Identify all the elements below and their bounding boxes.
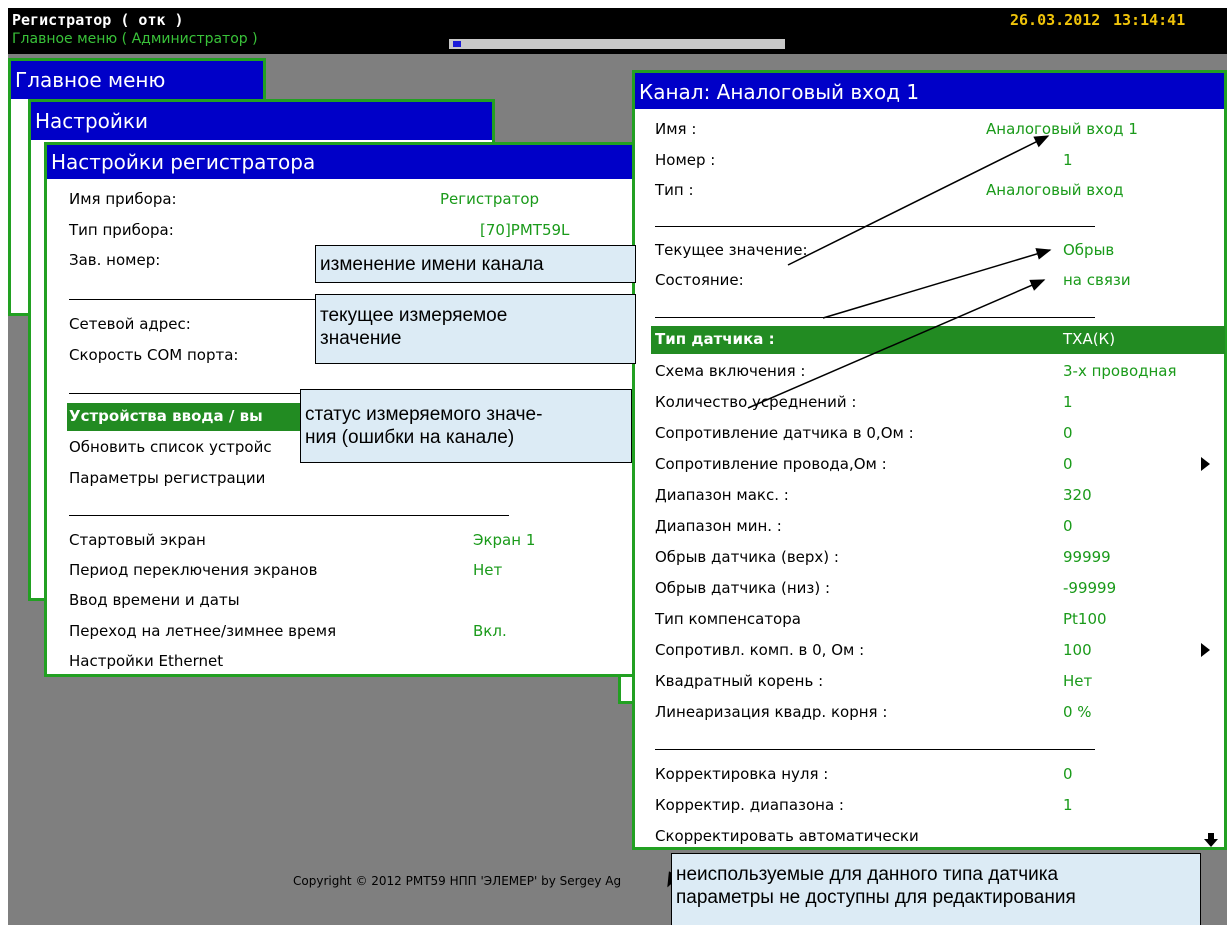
callout-status: статус измеряемого значе- ния (ошибки на… bbox=[300, 389, 632, 463]
callout-unused-params: неиспользуемые для данного типа датчика … bbox=[671, 853, 1201, 925]
annotation-arrows bbox=[667, 135, 1052, 888]
callout-rename: изменение имени канала bbox=[315, 245, 636, 283]
device-screen: Регистратор ( отк ) Главное меню ( Админ… bbox=[8, 8, 1227, 925]
callout-status-line2: ния (ошибки на канале) bbox=[305, 427, 515, 448]
callout-rename-text: изменение имени канала bbox=[320, 254, 544, 275]
callout-status-line1: статус измеряемого значе- bbox=[305, 404, 543, 425]
callout-measured-line1: текущее измеряемое bbox=[320, 305, 508, 326]
callout-unused-line2: параметры не доступны для редактирования bbox=[676, 887, 1076, 908]
callout-measured-line2: значение bbox=[320, 328, 402, 349]
callout-unused-line1: неиспользуемые для данного типа датчика bbox=[676, 864, 1059, 885]
callout-measured-value: текущее измеряемое значение bbox=[315, 294, 636, 364]
